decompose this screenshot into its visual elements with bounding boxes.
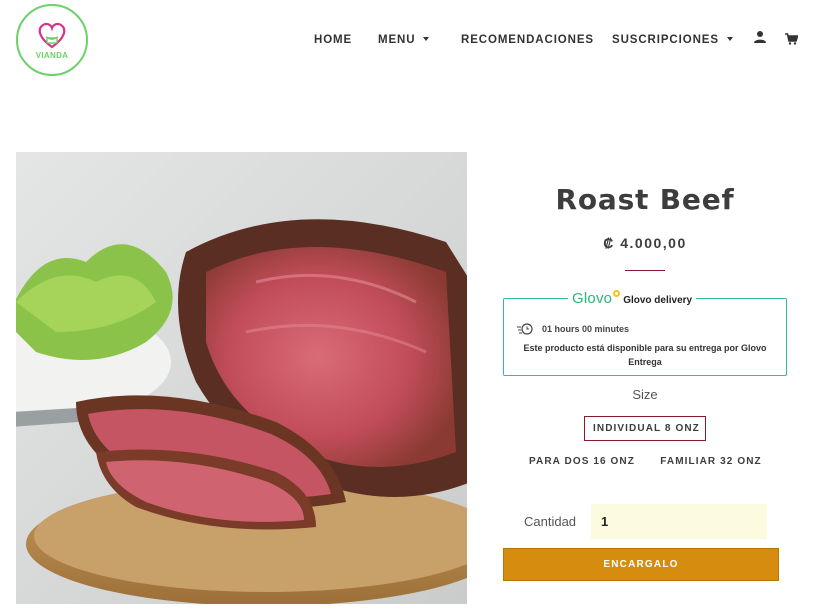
- glovo-note: Este producto está disponible para su en…: [523, 343, 767, 367]
- product-image[interactable]: [16, 152, 467, 604]
- nav-menu-label: MENU: [378, 34, 416, 46]
- size-option-para-dos[interactable]: PARA DOS 16 ONZ: [521, 450, 639, 475]
- nav-suscripciones-label: SUSCRIPCIONES: [612, 34, 719, 46]
- user-icon[interactable]: [753, 30, 767, 49]
- nav-recomendaciones[interactable]: RECOMENDACIONES: [461, 33, 594, 47]
- size-option-individual[interactable]: INDIVIDUAL 8 ONZ: [584, 416, 706, 441]
- chevron-down-icon: [423, 36, 430, 41]
- glovo-header: Glovo Glovo delivery: [568, 287, 697, 309]
- size-option-familiar[interactable]: FAMILIAR 32 ONZ: [652, 450, 770, 475]
- nav-home[interactable]: HOME: [314, 33, 352, 47]
- size-label: Size: [632, 387, 658, 402]
- glovo-pin-icon: [613, 289, 621, 297]
- product-title: Roast Beef: [555, 183, 735, 216]
- quantity-label: Cantidad: [524, 514, 577, 529]
- cart-icon[interactable]: [785, 32, 799, 50]
- glovo-time-text: 01 hours 00 minutes: [542, 323, 630, 334]
- nav-home-label: HOME: [314, 34, 353, 46]
- nav-suscripciones[interactable]: SUSCRIPCIONES: [612, 33, 733, 47]
- logo-wordmark: VIANDA: [35, 51, 69, 60]
- glovo-logo: Glovo: [572, 289, 621, 307]
- delivery-clock-icon: [517, 323, 533, 335]
- nav-menu[interactable]: MENU: [378, 33, 430, 47]
- chevron-down-icon: [726, 36, 733, 41]
- main-nav: HOME MENU RECOMENDACIONES SUSCRIPCIONES: [0, 33, 818, 49]
- title-divider: [625, 270, 665, 271]
- quantity-input[interactable]: [591, 504, 767, 539]
- glovo-brand: Glovo: [572, 289, 613, 307]
- product-price: ₡ 4.000,00: [603, 235, 687, 251]
- add-to-cart-button[interactable]: ENCARGALO: [503, 548, 779, 581]
- glovo-delivery-time: 01 hours 00 minutes: [517, 322, 629, 335]
- glovo-delivery-label: Glovo delivery: [623, 294, 693, 306]
- nav-recomendaciones-label: RECOMENDACIONES: [461, 34, 594, 46]
